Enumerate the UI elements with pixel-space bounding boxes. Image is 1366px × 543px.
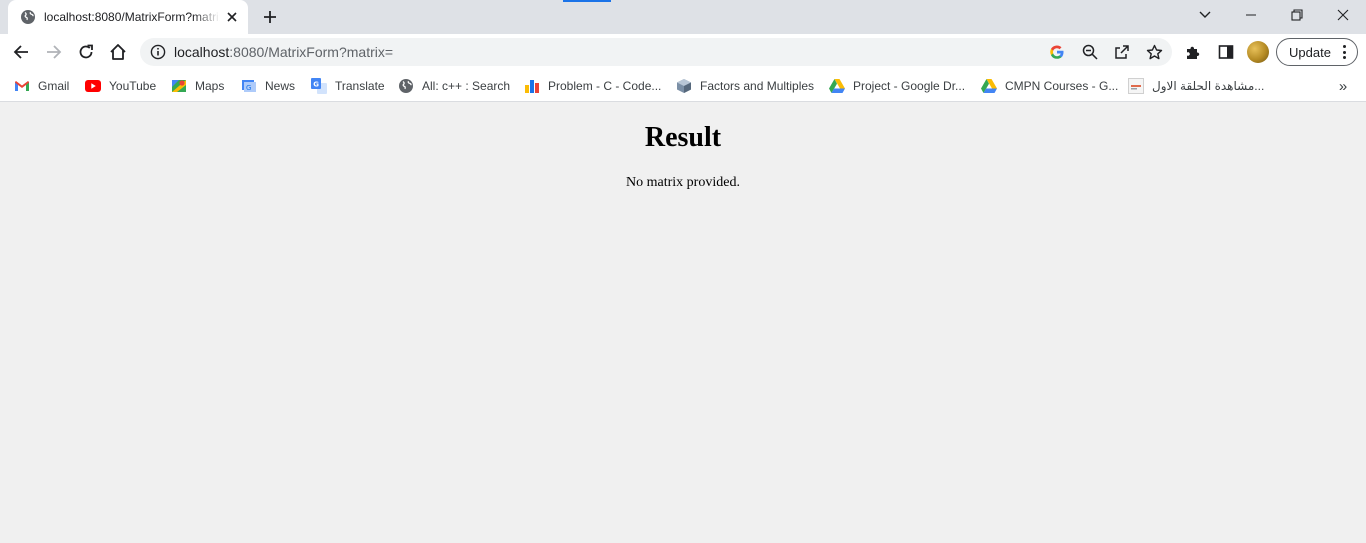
close-icon[interactable] (1320, 0, 1366, 30)
translate-icon: G (311, 78, 327, 94)
url-text: localhost:8080/MatrixForm?matrix= (174, 44, 394, 60)
bookmark-news[interactable]: G News (241, 76, 295, 96)
site-icon (1128, 78, 1144, 94)
home-icon (110, 44, 126, 60)
side-panel-icon (1218, 45, 1234, 59)
bookmark-factors-multiples[interactable]: Factors and Multiples (676, 76, 814, 96)
globe-icon (20, 9, 36, 25)
page-content: Result No matrix provided. (0, 103, 1366, 543)
arrow-right-icon (47, 45, 62, 59)
bookmark-codeforces-problem[interactable]: Problem - C - Code... (524, 76, 661, 96)
google-drive-icon (829, 78, 845, 94)
restore-icon[interactable] (1274, 0, 1320, 30)
forward-button[interactable] (40, 38, 68, 66)
bookmark-translate[interactable]: G Translate (311, 76, 385, 96)
side-panel-button[interactable] (1212, 38, 1240, 66)
bookmark-label: Project - Google Dr... (853, 79, 966, 93)
bookmark-label: Translate (335, 79, 385, 93)
home-button[interactable] (104, 38, 132, 66)
news-icon: G (241, 78, 257, 94)
gmail-icon (14, 78, 30, 94)
update-button[interactable]: Update (1276, 38, 1358, 66)
bookmarks-overflow-icon[interactable]: » (1334, 77, 1352, 95)
google-lens-icon[interactable] (1048, 43, 1066, 61)
bookmark-label: CMPN Courses - G... (1005, 79, 1119, 93)
bookmark-cpp-search[interactable]: All: c++ : Search (398, 76, 510, 96)
bookmark-youtube[interactable]: YouTube (85, 76, 156, 96)
globe-icon (398, 78, 414, 94)
bookmark-label: All: c++ : Search (422, 79, 511, 93)
bookmark-arabic-episode[interactable]: مشاهدة الحلقة الاول... (1128, 76, 1264, 96)
zoom-icon[interactable] (1081, 43, 1099, 61)
bookmark-label: Maps (195, 79, 225, 93)
bookmark-cmpn-courses[interactable]: CMPN Courses - G... (981, 76, 1118, 96)
bookmark-gmail[interactable]: Gmail (14, 76, 69, 96)
maps-icon (171, 78, 187, 94)
tab-title: localhost:8080/MatrixForm?matrix= (44, 10, 220, 24)
loading-indicator (563, 0, 611, 2)
cube-icon (676, 78, 692, 94)
address-bar[interactable]: localhost:8080/MatrixForm?matrix= (140, 38, 1172, 66)
youtube-icon (85, 78, 101, 94)
bookmark-label: مشاهدة الحلقة الاول... (1152, 79, 1265, 93)
bookmark-label: News (265, 79, 296, 93)
bar-chart-icon (524, 78, 540, 94)
bookmark-label: YouTube (109, 79, 157, 93)
more-vert-icon (1342, 45, 1346, 59)
bookmark-label: Problem - C - Code... (548, 79, 662, 93)
svg-text:G: G (313, 81, 319, 89)
tab-search-icon[interactable] (1182, 0, 1228, 30)
bookmark-project-drive[interactable]: Project - Google Dr... (829, 76, 965, 96)
minimize-icon[interactable] (1228, 0, 1274, 30)
back-button[interactable] (7, 38, 35, 66)
svg-text:G: G (246, 84, 251, 92)
reload-button[interactable] (72, 38, 100, 66)
tab-strip: localhost:8080/MatrixForm?matrix= (0, 0, 1366, 34)
google-drive-icon (981, 78, 997, 94)
site-info-icon[interactable] (150, 44, 166, 60)
page-title: Result (644, 122, 722, 153)
plus-icon (264, 11, 276, 23)
puzzle-icon (1187, 46, 1200, 59)
bookmark-maps[interactable]: Maps (171, 76, 224, 96)
update-label: Update (1289, 44, 1331, 60)
new-tab-button[interactable] (258, 5, 282, 29)
bookmark-label: Factors and Multiples (700, 79, 815, 93)
active-tab[interactable]: localhost:8080/MatrixForm?matrix= (8, 0, 248, 34)
browser-toolbar: localhost:8080/MatrixForm?matrix= Update (0, 34, 1366, 70)
result-message: No matrix provided. (626, 175, 740, 190)
bookmarks-bar: Gmail YouTube Maps G News G Translate Al… (0, 70, 1366, 102)
bookmark-label: Gmail (38, 79, 70, 93)
profile-avatar[interactable] (1247, 41, 1269, 63)
arrow-left-icon (13, 45, 28, 59)
reload-icon (79, 44, 93, 59)
share-icon[interactable] (1113, 43, 1131, 61)
extensions-button[interactable] (1179, 38, 1207, 66)
bookmark-star-icon[interactable] (1145, 43, 1163, 61)
tab-close-icon[interactable] (224, 9, 240, 25)
